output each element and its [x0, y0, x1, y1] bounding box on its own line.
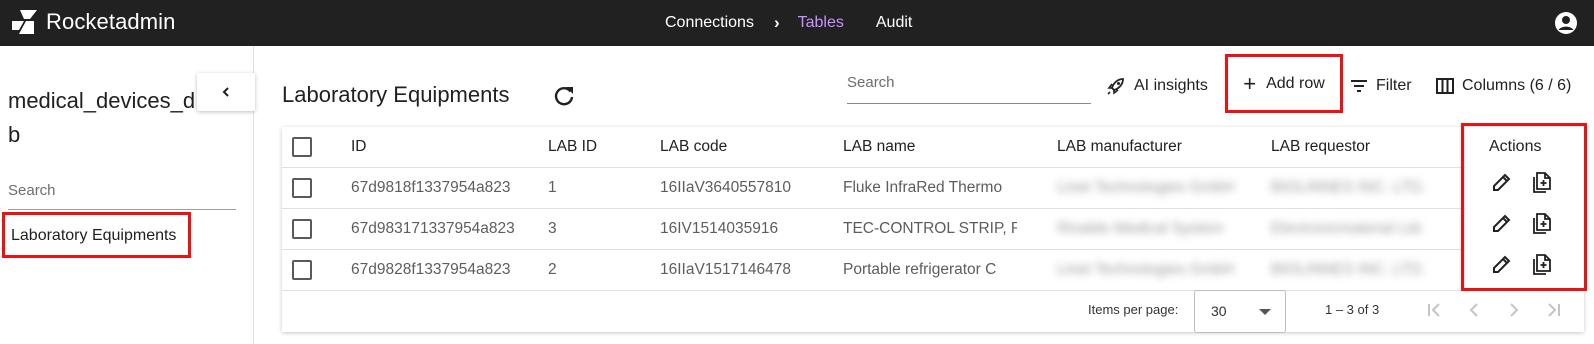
chevron-right-icon: ›: [773, 13, 780, 32]
dropdown-arrow-icon: [1259, 309, 1271, 315]
top-navbar: Rocketadmin Connections › Tables Audit: [0, 0, 1594, 46]
table-row[interactable]: 67d9818f1337954a823 1 16IIaV3640557810 F…: [282, 168, 1584, 209]
chevron-left-icon: [222, 87, 229, 97]
table-row[interactable]: 67d9828f1337954a823 2 16IIaV1517146478 P…: [282, 250, 1584, 291]
cell-lab-code: 16IIaV1517146478: [660, 261, 792, 278]
items-per-page-label: Items per page:: [1088, 302, 1179, 317]
column-header-lab-manufacturer[interactable]: LAB manufacturer: [1057, 127, 1247, 167]
sidebar-item-laboratory-equipments[interactable]: Laboratory Equipments: [2, 212, 191, 258]
app-logo[interactable]: Rocketadmin: [10, 9, 176, 35]
cell-id: 67d9818f1337954a823: [351, 179, 511, 196]
filter-button[interactable]: Filter: [1350, 74, 1412, 98]
cell-id: 67d983171337954a823: [351, 220, 515, 237]
cell-lab-name: TEC-CONTROL STRIP, R: [843, 220, 1017, 237]
columns-icon: [1436, 78, 1454, 94]
rocket-logo-icon: [12, 10, 37, 34]
column-header-lab-name[interactable]: LAB name: [843, 127, 1033, 167]
last-page-icon[interactable]: [1542, 298, 1566, 322]
rocket-icon: [1107, 78, 1124, 95]
ai-insights-label: AI insights: [1134, 77, 1208, 94]
previous-page-icon[interactable]: [1462, 298, 1486, 322]
sidebar-search-input[interactable]: Search: [8, 178, 236, 210]
cell-lab-manufacturer: Rinaldo Medical System: [1057, 220, 1224, 237]
pagination-controls: [1422, 298, 1566, 322]
cell-lab-code: 16IIaV3640557810: [660, 179, 792, 196]
column-header-lab-requestor[interactable]: LAB requestor: [1271, 127, 1461, 167]
database-name: medical_devices_db: [8, 88, 196, 147]
cell-lab-requestor: Electronicmaterial Ltd.: [1271, 220, 1425, 237]
cell-lab-id: 1: [548, 179, 557, 196]
breadcrumb: Connections › Tables Audit: [665, 0, 912, 46]
column-header-lab-code[interactable]: LAB code: [660, 127, 820, 167]
filter-icon: [1351, 80, 1367, 92]
cell-lab-id: 2: [548, 261, 557, 278]
collapse-sidebar-button[interactable]: [197, 73, 255, 111]
sidebar: medical_devices_db Search Laboratory Equ…: [0, 46, 255, 344]
cell-lab-manufacturer: Linet Technologies GmbH: [1057, 261, 1235, 278]
cell-lab-requestor: BIOLINNES INC. LTD.: [1271, 179, 1426, 196]
row-checkbox[interactable]: [292, 219, 312, 239]
cell-lab-manufacturer: Linet Technologies GmbH: [1057, 179, 1235, 196]
add-row-button[interactable]: + Add row: [1225, 54, 1343, 113]
plus-icon: +: [1243, 70, 1257, 96]
first-page-icon[interactable]: [1422, 298, 1446, 322]
filter-label: Filter: [1376, 77, 1412, 94]
table-search-input[interactable]: Search: [847, 70, 1091, 104]
add-row-label: Add row: [1266, 74, 1325, 92]
select-all-checkbox[interactable]: [292, 137, 312, 157]
row-checkbox[interactable]: [292, 260, 312, 280]
nav-audit[interactable]: Audit: [876, 14, 912, 32]
cell-lab-name: Portable refrigerator C: [843, 261, 997, 278]
next-page-icon[interactable]: [1502, 298, 1526, 322]
page-title: Laboratory Equipments: [282, 82, 510, 107]
cell-lab-name: Fluke InfraRed Thermo: [843, 179, 1003, 196]
account-icon[interactable]: [1554, 11, 1578, 40]
ai-insights-button[interactable]: AI insights: [1106, 74, 1208, 98]
pagination-range: 1 – 3 of 3: [1325, 302, 1380, 317]
columns-button[interactable]: Columns (6 / 6): [1436, 74, 1571, 98]
actions-highlight-frame: [1461, 123, 1587, 291]
columns-label: Columns (6 / 6): [1462, 77, 1572, 94]
cell-lab-code: 16IV1514035916: [660, 220, 779, 237]
cell-lab-requestor: BIOLINNES INC. LTD.: [1271, 261, 1426, 278]
items-per-page-value: 30: [1211, 303, 1227, 319]
cell-id: 67d9828f1337954a823: [351, 261, 511, 278]
table-row[interactable]: 67d983171337954a823 3 16IV1514035916 TEC…: [282, 209, 1584, 250]
nav-connections[interactable]: Connections: [665, 14, 754, 32]
row-checkbox[interactable]: [292, 178, 312, 198]
data-table: ID LAB ID LAB code LAB name LAB manufact…: [282, 127, 1584, 333]
refresh-icon[interactable]: [552, 84, 576, 113]
cell-lab-id: 3: [548, 220, 557, 237]
paginator: Items per page: 30 1 – 3 of 3: [282, 290, 1584, 333]
column-header-id[interactable]: ID: [351, 127, 531, 167]
table-header-row: ID LAB ID LAB code LAB name LAB manufact…: [282, 127, 1584, 168]
items-per-page-select[interactable]: 30: [1194, 290, 1286, 333]
nav-tables[interactable]: Tables: [798, 14, 844, 32]
column-header-lab-id[interactable]: LAB ID: [548, 127, 648, 167]
app-name: Rocketadmin: [46, 9, 176, 34]
